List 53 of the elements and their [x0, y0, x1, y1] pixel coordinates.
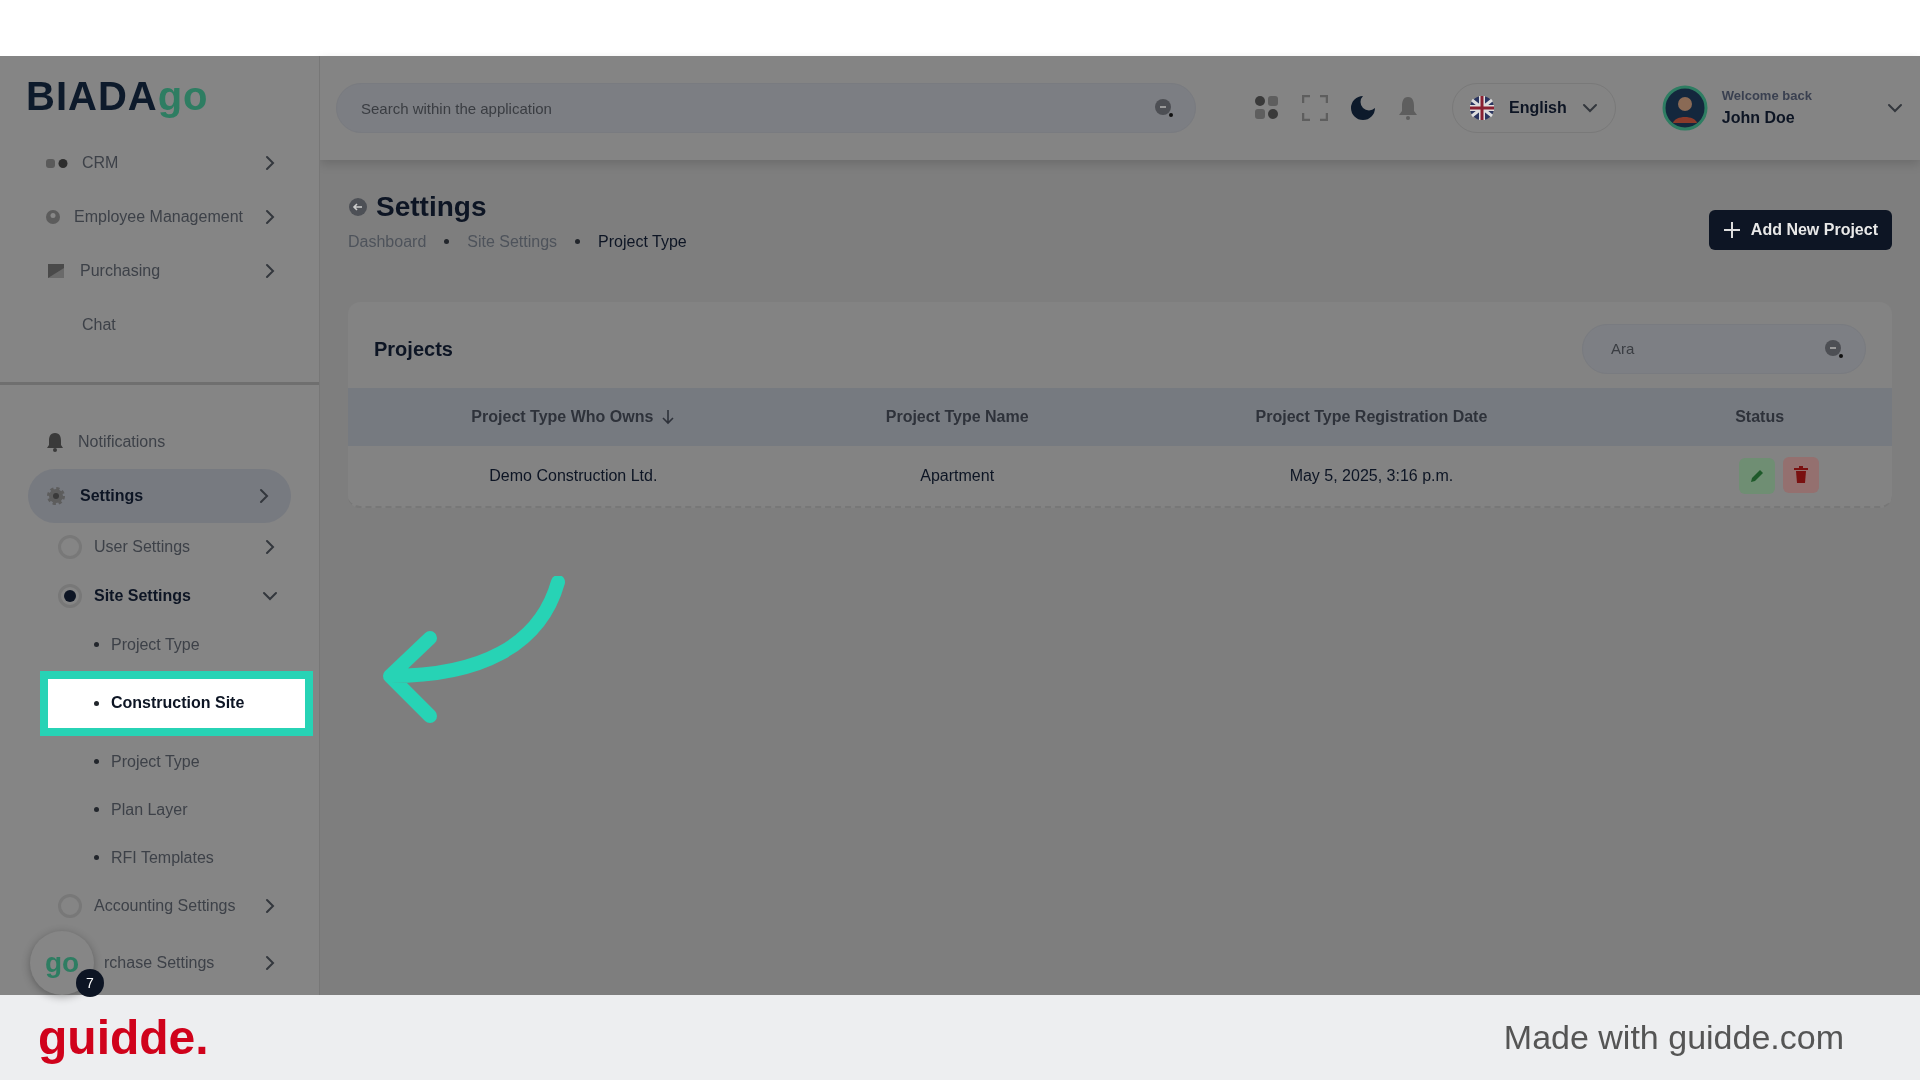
search-icon: [1824, 338, 1844, 359]
gear-icon: [46, 485, 66, 506]
submenu-item[interactable]: User Settings: [0, 522, 319, 572]
breadcrumb-item: Project Type: [598, 231, 687, 252]
tag-icon: [46, 262, 66, 281]
notification-badge: 7: [76, 969, 104, 997]
table-cell: May 5, 2025, 3:16 p.m.: [1115, 445, 1628, 506]
column-header: Project Type Who Owns: [348, 387, 799, 446]
language-dropdown[interactable]: English: [1452, 83, 1616, 133]
menu-link[interactable]: Plan Layer: [0, 785, 319, 834]
menu-link[interactable]: Project Type: [0, 620, 319, 669]
avatar-icon: [1661, 85, 1708, 131]
menu-link[interactable]: Project Type: [0, 737, 319, 786]
plus-icon: [1722, 220, 1741, 239]
sidebar-item[interactable]: Purchasing: [0, 244, 319, 299]
sidebar-item[interactable]: Chat: [0, 298, 319, 352]
pencil-icon: [1749, 468, 1766, 485]
search-field[interactable]: Ara: [1582, 323, 1866, 374]
delete-button[interactable]: [1783, 457, 1820, 494]
sidebar-item[interactable]: Notifications: [0, 415, 319, 469]
credit-text: Made with guidde.com: [1503, 1017, 1844, 1058]
highlighted-menu-item[interactable]: Construction Site: [40, 670, 313, 736]
fullscreen-icon[interactable]: [1302, 95, 1328, 121]
table-cell: Apartment: [798, 445, 1116, 506]
flag-icon: [1469, 95, 1495, 121]
column-header: Project Type Name: [798, 387, 1116, 446]
logo: BIADAgo: [25, 73, 210, 121]
sidebar-item[interactable]: Settings: [28, 468, 291, 523]
submenu-item[interactable]: rchase Settings: [104, 938, 319, 988]
card-title: Projects: [374, 336, 453, 362]
dots-icon: [46, 157, 68, 170]
search-field[interactable]: Search within the application: [336, 83, 1196, 133]
submenu-item[interactable]: Accounting Settings: [0, 882, 319, 931]
trash-icon: [1793, 466, 1810, 485]
moon-icon[interactable]: [1350, 95, 1376, 121]
page-title: Settings: [376, 190, 487, 224]
menu-link[interactable]: RFI Templates: [0, 833, 319, 882]
brand-logo: guidde.: [38, 1009, 209, 1066]
submenu-item[interactable]: Site Settings: [0, 571, 319, 621]
table-cell: Demo Construction Ltd.: [348, 445, 799, 506]
person-icon: [46, 210, 60, 225]
apps-icon[interactable]: [1254, 95, 1280, 121]
sidebar-item[interactable]: Employee Management: [0, 190, 319, 245]
edit-button[interactable]: [1739, 458, 1776, 495]
sidebar-item[interactable]: CRM: [0, 136, 319, 191]
welcome-text: Welcome back: [1721, 87, 1812, 106]
search-icon: [1154, 98, 1174, 118]
bell-icon[interactable]: [1398, 96, 1418, 120]
add-project-button[interactable]: Add New Project: [1708, 209, 1892, 250]
column-header: Project Type Registration Date: [1115, 387, 1628, 446]
bell-icon: [46, 431, 64, 452]
user-name: John Doe: [1721, 107, 1796, 128]
column-header: Status: [1627, 387, 1892, 446]
